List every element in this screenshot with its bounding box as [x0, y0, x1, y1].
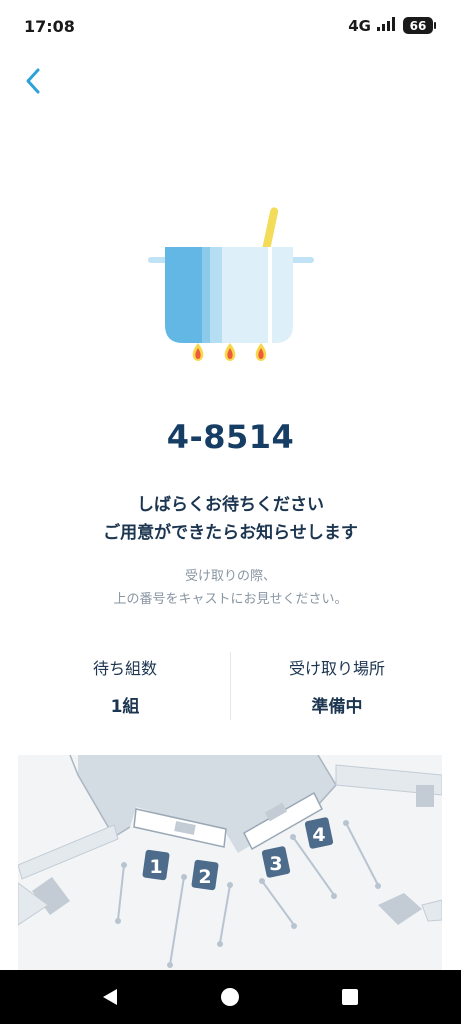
- waiting-groups-value: 1組: [110, 697, 140, 717]
- back-button[interactable]: [14, 62, 52, 100]
- counter-label: 3: [269, 853, 282, 875]
- triangle-back-icon: [103, 989, 117, 1005]
- pickup-note-line2: 上の番号をキャストにお見せください。: [113, 592, 348, 607]
- circle-home-icon: [221, 988, 239, 1006]
- battery-icon: 66: [403, 17, 436, 34]
- signal-icon: [377, 16, 397, 35]
- nav-recents-button[interactable]: [338, 986, 362, 1008]
- status-bar: 17:08 4G 66: [0, 0, 461, 56]
- square-recents-icon: [342, 989, 358, 1005]
- status-indicators: 4G 66: [348, 16, 436, 35]
- counter-label: 1: [149, 856, 162, 878]
- cooking-pot-icon: [148, 205, 314, 365]
- waiting-groups-label: 待ち組数: [92, 659, 157, 678]
- nav-back-button[interactable]: [98, 986, 122, 1008]
- counter-label: 4: [312, 824, 325, 846]
- chevron-left-icon: [26, 68, 40, 94]
- network-type: 4G: [348, 16, 371, 35]
- nav-home-button[interactable]: [218, 986, 242, 1008]
- pickup-location-value: 準備中: [311, 697, 363, 717]
- notify-message: ご用意ができたらお知らせします: [103, 523, 358, 543]
- counter-badge-4: 4: [304, 817, 334, 849]
- pickup-map: 1 2 3 4: [18, 755, 442, 970]
- pickup-note-line1: 受け取りの際、: [184, 569, 276, 584]
- counter-badge-2: 2: [191, 859, 219, 891]
- system-nav-bar: [0, 970, 461, 1024]
- counter-badge-3: 3: [261, 846, 291, 878]
- counter-label: 2: [198, 866, 211, 888]
- counter-badge-1: 1: [142, 849, 170, 881]
- pickup-location-label: 受け取り場所: [288, 659, 385, 678]
- order-number: 4-8514: [166, 418, 295, 456]
- wait-message: しばらくお待ちください: [137, 495, 324, 515]
- status-time: 17:08: [24, 17, 75, 36]
